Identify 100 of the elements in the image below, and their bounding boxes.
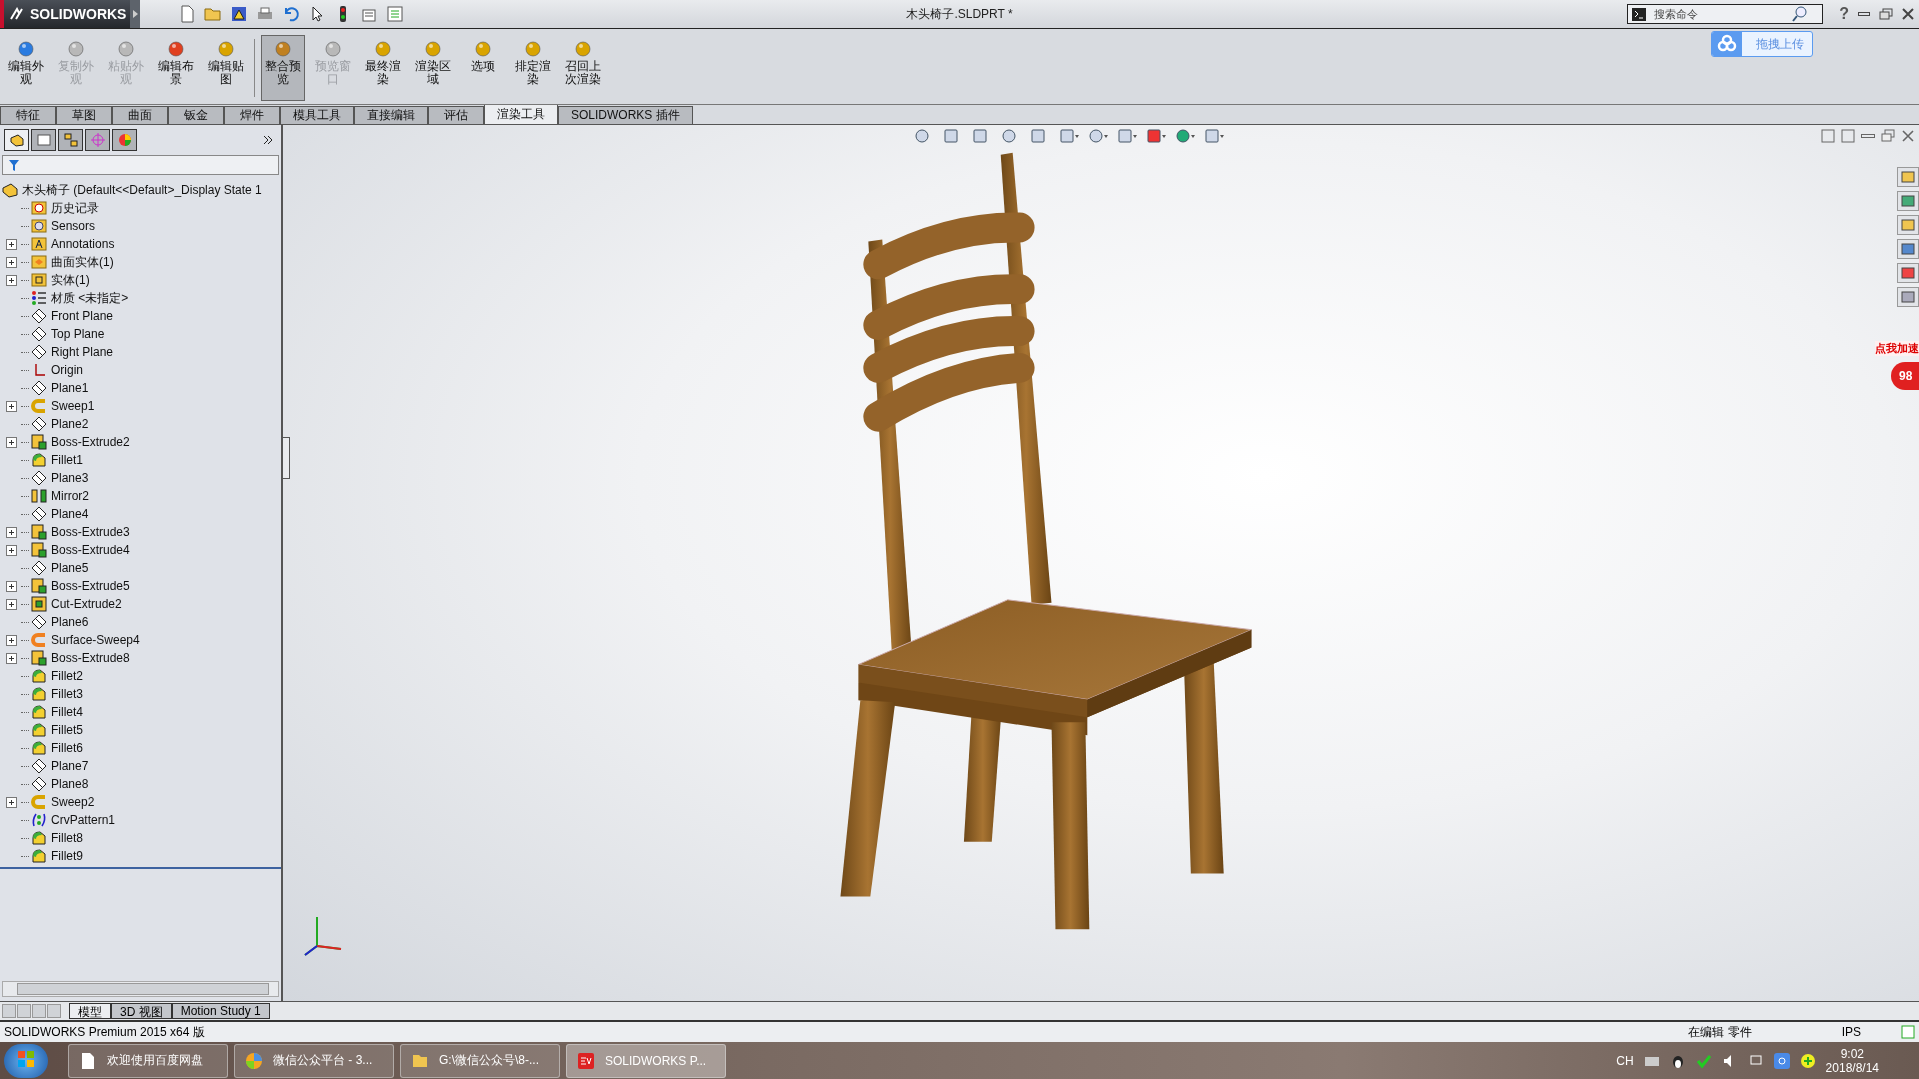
clock[interactable]: 9:02 2018/8/14 [1825, 1046, 1879, 1075]
ribbon-button[interactable]: 编辑布景 [154, 35, 198, 101]
model-tab[interactable]: Motion Study 1 [171, 1003, 270, 1019]
expand-toggle[interactable] [6, 274, 17, 286]
tree-item[interactable]: Fillet1 [51, 453, 83, 467]
ribbon-tab[interactable]: 特征 [0, 106, 56, 124]
ribbon-button[interactable]: 整合预览 [261, 35, 305, 101]
cloud-icon[interactable] [1773, 1052, 1790, 1069]
tree-item[interactable]: Plane8 [51, 777, 89, 791]
units-label[interactable]: IPS [1841, 1025, 1861, 1039]
panel-collapse-handle[interactable] [283, 437, 290, 479]
tree-item[interactable]: Plane4 [51, 507, 89, 521]
tree-item[interactable]: Plane2 [51, 417, 89, 431]
expand-chevron-icon[interactable] [263, 135, 273, 145]
close-icon[interactable] [1901, 129, 1915, 143]
list-icon[interactable] [386, 5, 404, 23]
expand-toggle[interactable] [6, 580, 17, 592]
tree-item[interactable]: Origin [51, 363, 83, 377]
view-palette-button[interactable] [1897, 239, 1919, 259]
ribbon-tab[interactable]: 渲染工具 [484, 104, 558, 124]
tree-item[interactable]: Plane3 [51, 471, 89, 485]
tree-item[interactable]: Annotations [51, 237, 115, 251]
tree-item[interactable]: Sweep2 [51, 795, 95, 809]
tree-item[interactable]: Fillet3 [51, 687, 83, 701]
tree-item[interactable]: Right Plane [51, 345, 114, 359]
undo-icon[interactable] [282, 5, 300, 23]
tree-item[interactable]: Surface-Sweep4 [51, 633, 140, 647]
tree-item[interactable]: Boss-Extrude5 [51, 579, 130, 593]
expand-toggle[interactable] [6, 544, 17, 556]
ribbon-button[interactable]: 排定渲染 [511, 35, 555, 101]
tree-item[interactable]: Plane7 [51, 759, 89, 773]
tree-item[interactable]: Plane6 [51, 615, 89, 629]
new-document-icon[interactable] [178, 5, 196, 23]
expand-toggle[interactable] [6, 796, 17, 808]
tree-item[interactable]: 材质 <未指定> [51, 289, 129, 307]
ribbon-tab[interactable]: SOLIDWORKS 插件 [558, 106, 693, 124]
tree-item[interactable]: Mirror2 [51, 489, 89, 503]
menu-expand-button[interactable] [130, 0, 140, 28]
ribbon-button[interactable]: 编辑贴图 [204, 35, 248, 101]
tree-item[interactable]: Boss-Extrude8 [51, 651, 130, 665]
taskbar-button[interactable]: 微信公众平台 - 3... [234, 1043, 394, 1078]
search-icon[interactable] [1792, 6, 1809, 22]
ribbon-tab[interactable]: 模具工具 [280, 106, 354, 124]
tree-item[interactable]: 实体(1) [51, 271, 90, 289]
horizontal-scrollbar[interactable] [2, 981, 279, 997]
tree-item[interactable]: Sensors [51, 219, 96, 233]
ribbon-tab[interactable]: 曲面 [112, 106, 168, 124]
ribbon-button[interactable]: 编辑外观 [4, 35, 48, 101]
tree-item[interactable]: Cut-Extrude2 [51, 597, 122, 611]
configuration-manager-tab[interactable] [58, 129, 83, 151]
tree-item[interactable]: Plane5 [51, 561, 89, 575]
speed-widget[interactable]: 点我加速 98 [1859, 341, 1919, 390]
model-tab[interactable]: 模型 [69, 1003, 111, 1019]
tree-item[interactable]: Fillet8 [51, 831, 83, 845]
search-box[interactable]: 搜索命令 [1627, 4, 1824, 24]
tree-item[interactable]: Boss-Extrude4 [51, 543, 130, 557]
tree-item[interactable]: Boss-Extrude2 [51, 435, 130, 449]
taskbar-button[interactable]: G:\微信公众号\8-... [400, 1043, 560, 1078]
tree-item[interactable]: Top Plane [51, 327, 105, 341]
property-manager-tab[interactable] [31, 129, 56, 151]
start-button[interactable] [4, 1043, 48, 1078]
ribbon-button[interactable]: 渲染区域 [411, 35, 455, 101]
save-icon[interactable] [230, 5, 248, 23]
expand-toggle[interactable] [6, 436, 17, 448]
expand-toggle[interactable] [6, 652, 17, 664]
ribbon-button[interactable]: 召回上次渲染 [561, 35, 605, 101]
ribbon-tab[interactable]: 草图 [56, 106, 112, 124]
filter-field[interactable] [2, 155, 279, 175]
expand-toggle[interactable] [6, 256, 17, 268]
restore-icon[interactable] [1881, 129, 1895, 143]
plus-circle-icon[interactable] [1799, 1052, 1816, 1069]
minimize-icon[interactable] [1861, 134, 1875, 138]
expand-toggle[interactable] [6, 238, 17, 250]
tree-item[interactable]: Fillet9 [51, 849, 83, 863]
feature-manager-tab[interactable] [4, 129, 29, 151]
tree-item[interactable]: Fillet5 [51, 723, 83, 737]
tree-item[interactable]: CrvPattern1 [51, 813, 116, 827]
tree-item[interactable]: Fillet2 [51, 669, 83, 683]
expand-toggle[interactable] [6, 526, 17, 538]
home-button[interactable] [1897, 167, 1919, 187]
library-button[interactable] [1897, 191, 1919, 211]
expand-toggle[interactable] [6, 598, 17, 610]
tree-item[interactable]: Fillet4 [51, 705, 83, 719]
dimxpert-tab[interactable] [85, 129, 110, 151]
language-indicator[interactable]: CH [1616, 1053, 1634, 1068]
tree-item[interactable]: Boss-Extrude3 [51, 525, 130, 539]
tree-item[interactable]: 历史记录 [51, 199, 99, 217]
appearance-button[interactable] [1897, 263, 1919, 283]
scrollbar-thumb[interactable] [17, 983, 269, 995]
properties-button[interactable] [1897, 287, 1919, 307]
ribbon-button[interactable]: 最终渲染 [361, 35, 405, 101]
help-button[interactable]: ? [1835, 5, 1853, 23]
search-field[interactable]: 搜索命令 [1652, 7, 1787, 21]
tree-root-label[interactable]: 木头椅子 (Default<<Default>_Display State 1 [22, 181, 262, 199]
ribbon-tab[interactable]: 直接编辑 [354, 106, 428, 124]
ribbon-button[interactable]: 选项 [461, 35, 505, 101]
tree-item[interactable]: Fillet6 [51, 741, 83, 755]
ribbon-tab[interactable]: 评估 [428, 106, 484, 124]
tree-item[interactable]: Sweep1 [51, 399, 95, 413]
taskbar-button[interactable]: 欢迎使用百度网盘 [68, 1043, 228, 1078]
